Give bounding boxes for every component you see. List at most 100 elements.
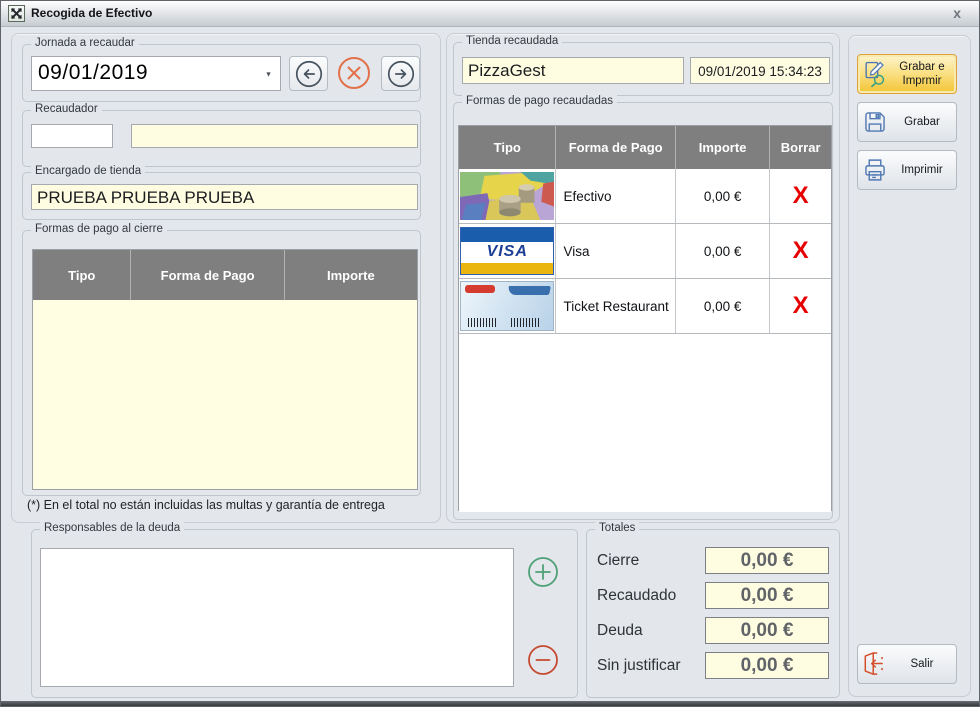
- formas-recaudadas-table: Tipo Forma de Pago Importe Borrar: [458, 125, 832, 511]
- totales-cierre-label: Cierre: [597, 552, 639, 570]
- recogida-efectivo-window: Recogida de Efectivo x Jornada a recauda…: [0, 0, 980, 707]
- grabar-e-imprimir-button[interactable]: Grabar e Imprmir: [857, 54, 957, 94]
- group-jornada-label: Jornada a recaudar: [31, 37, 139, 49]
- formas-cierre-header: Tipo Forma de Pago Importe: [33, 250, 417, 300]
- cancel-day-button[interactable]: [335, 54, 373, 92]
- app-icon: [8, 5, 25, 22]
- delete-x-icon: X: [793, 182, 809, 210]
- totales-recaudado-value: 0,00 €: [705, 582, 829, 609]
- actions-panel: Grabar e Imprmir Grabar: [848, 35, 971, 697]
- ticket-logo: [465, 285, 495, 293]
- jornada-date-combo[interactable]: 09/01/2019 ▼: [31, 56, 281, 91]
- totales-sin-justificar-label: Sin justificar: [597, 657, 681, 675]
- column-header-forma-de-pago: Forma de Pago: [131, 250, 284, 300]
- add-responsable-button[interactable]: [526, 555, 560, 589]
- cell-forma: Visa: [556, 224, 675, 278]
- salir-label: Salir: [892, 657, 956, 671]
- delete-x-icon: X: [793, 292, 809, 320]
- total-note: (*) En el total no están incluidas las m…: [27, 498, 437, 512]
- cancel-circle-icon: [335, 54, 373, 92]
- totales-deuda-value: 0,00 €: [705, 617, 829, 644]
- visa-logo: VISA: [461, 243, 553, 261]
- cash-euro-image: [460, 172, 554, 220]
- title-bar: Recogida de Efectivo x: [1, 1, 979, 27]
- cell-forma: Ticket Restaurant: [556, 279, 675, 333]
- window-title: Recogida de Efectivo: [31, 6, 152, 20]
- arrow-right-circle-icon: [385, 58, 417, 90]
- group-formas-cierre: Formas de pago al cierre Tipo Forma de P…: [22, 230, 421, 496]
- left-panel: Jornada a recaudar 09/01/2019 ▼: [11, 33, 441, 523]
- cell-tipo: [459, 279, 556, 333]
- barcode: [511, 318, 541, 327]
- arrow-left-circle-icon: [293, 58, 325, 90]
- chevron-down-icon: ▼: [265, 70, 273, 78]
- recaudador-name-input[interactable]: [131, 124, 418, 148]
- group-recaudador: Recaudador: [22, 110, 421, 167]
- next-day-button[interactable]: [381, 56, 420, 91]
- cell-tipo: [459, 169, 556, 223]
- table-row-visa: VISA Visa 0,00 € X: [459, 224, 831, 279]
- previous-day-button[interactable]: [289, 56, 328, 91]
- visa-blue-band: [461, 228, 553, 242]
- formas-cierre-table: Tipo Forma de Pago Importe: [32, 249, 418, 490]
- formas-recaudadas-header: Tipo Forma de Pago Importe Borrar: [459, 126, 831, 169]
- cell-importe: 0,00 €: [676, 169, 771, 223]
- document-pencil-magnifier-icon: [858, 59, 892, 89]
- jornada-date-value: 09/01/2019: [38, 61, 148, 84]
- column-header-importe: Importe: [676, 126, 771, 169]
- imprimir-label: Imprimir: [892, 163, 956, 177]
- delete-row-button[interactable]: X: [770, 169, 831, 223]
- group-formas-recaudadas: Formas de pago recaudadas Tipo Forma de …: [453, 102, 833, 520]
- encargado-input[interactable]: PRUEBA PRUEBA PRUEBA: [31, 184, 418, 210]
- tienda-datetime-field: 09/01/2019 15:34:23: [690, 57, 830, 84]
- totales-cierre-value: 0,00 €: [705, 547, 829, 574]
- formas-cierre-empty-body: [33, 300, 417, 489]
- cell-tipo: VISA: [459, 224, 556, 278]
- printer-icon: [858, 156, 892, 184]
- group-encargado: Encargado de tienda PRUEBA PRUEBA PRUEBA: [22, 172, 421, 220]
- floppy-disk-icon: [858, 108, 892, 136]
- totales-sin-justificar-value: 0,00 €: [705, 652, 829, 679]
- visa-gold-band: [461, 263, 553, 274]
- remove-responsable-button[interactable]: [526, 643, 560, 677]
- minus-circle-icon: [526, 643, 560, 677]
- ticket-swoosh: [507, 286, 551, 295]
- column-header-borrar: Borrar: [770, 126, 831, 169]
- delete-row-button[interactable]: X: [770, 224, 831, 278]
- delete-x-icon: X: [793, 237, 809, 265]
- table-row-ticket-restaurant: Ticket Restaurant 0,00 € X: [459, 279, 831, 334]
- tienda-name-input[interactable]: PizzaGest: [462, 57, 684, 84]
- delete-row-button[interactable]: X: [770, 279, 831, 333]
- column-header-tipo: Tipo: [459, 126, 556, 169]
- column-header-importe: Importe: [285, 250, 417, 300]
- group-totales-label: Totales: [595, 522, 639, 534]
- plus-circle-icon: [526, 555, 560, 589]
- group-tienda-label: Tienda recaudada: [462, 35, 562, 47]
- imprimir-button[interactable]: Imprimir: [857, 150, 957, 190]
- group-recaudador-label: Recaudador: [31, 103, 102, 115]
- barcode: [468, 318, 498, 327]
- grabar-label: Grabar: [892, 115, 956, 129]
- group-encargado-label: Encargado de tienda: [31, 165, 145, 177]
- responsables-listbox[interactable]: [40, 548, 514, 687]
- table-row-efectivo: Efectivo 0,00 € X: [459, 169, 831, 224]
- cell-forma: Efectivo: [556, 169, 675, 223]
- cell-importe: 0,00 €: [676, 279, 771, 333]
- group-totales: Totales Cierre 0,00 € Recaudado 0,00 € D…: [586, 529, 840, 698]
- column-header-forma-de-pago: Forma de Pago: [556, 126, 675, 169]
- group-formas-cierre-label: Formas de pago al cierre: [31, 223, 167, 235]
- group-tienda: Tienda recaudada PizzaGest 09/01/2019 15…: [453, 42, 833, 96]
- totales-deuda-label: Deuda: [597, 622, 643, 640]
- totales-recaudado-label: Recaudado: [597, 587, 676, 605]
- recaudador-code-input[interactable]: [31, 124, 113, 148]
- grabar-e-imprimir-label: Grabar e Imprmir: [892, 60, 956, 89]
- close-icon[interactable]: x: [953, 4, 961, 22]
- ticket-restaurant-image: [460, 281, 554, 331]
- salir-button[interactable]: Salir: [857, 644, 957, 684]
- grabar-button[interactable]: Grabar: [857, 102, 957, 142]
- exit-door-icon: [858, 649, 892, 679]
- formas-recaudadas-empty-area: [459, 334, 831, 512]
- group-responsables: Responsables de la deuda: [31, 529, 578, 698]
- column-header-tipo: Tipo: [33, 250, 131, 300]
- right-panel: Tienda recaudada PizzaGest 09/01/2019 15…: [446, 33, 840, 523]
